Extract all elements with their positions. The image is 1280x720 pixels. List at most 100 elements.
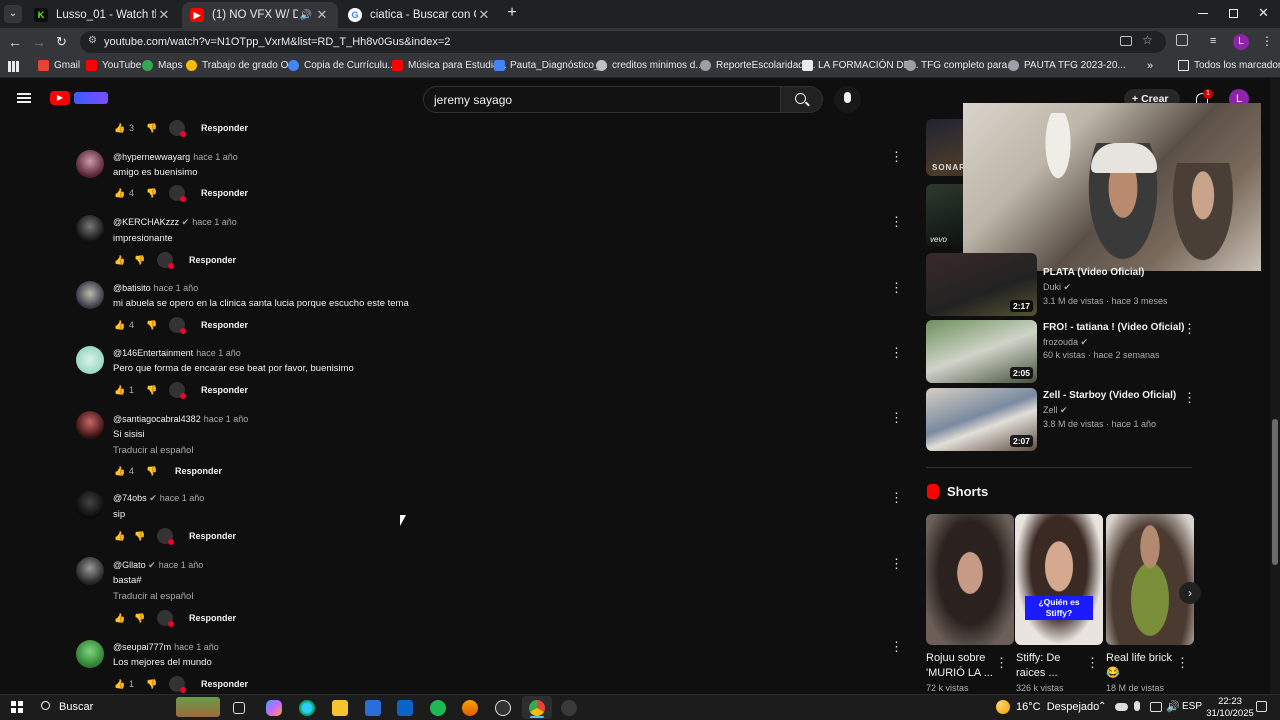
comment-author[interactable]: @Gllato ✔ hace 1 año [113, 560, 203, 571]
comment-menu-icon[interactable]: ⋮ [890, 411, 903, 425]
translate-link[interactable]: Traducir al español [113, 445, 193, 456]
short-menu-icon[interactable]: ⋮ [1086, 655, 1099, 671]
task-view-icon[interactable] [233, 702, 245, 714]
short-title[interactable]: Real life brick 😂 [1106, 651, 1176, 681]
like-icon[interactable]: 👍 [113, 253, 127, 267]
like-icon[interactable]: 👍 [113, 121, 127, 135]
youtube-logo[interactable]: ▶ [50, 91, 108, 106]
tab-youtube[interactable]: ▶ (1) NO VFX W/ DAGGER & 🔊 ✕ [182, 2, 338, 28]
video-channel[interactable]: frozouda ✔ [1043, 337, 1088, 348]
avatar[interactable] [76, 411, 104, 439]
short-thumbnail[interactable]: ¿Quién es Stiffy? [1015, 514, 1103, 645]
avatar[interactable] [76, 491, 104, 519]
like-icon[interactable]: 👍 [113, 611, 127, 625]
all-bookmarks[interactable]: Todos los marcadores [1178, 60, 1280, 71]
site-info-icon[interactable]: ⚙ [88, 35, 97, 46]
bookmarks-overflow-icon[interactable]: » [1147, 60, 1153, 72]
video-channel[interactable]: Zell ✔ [1043, 405, 1068, 416]
volume-icon[interactable]: 🔊 [1166, 700, 1180, 713]
avatar[interactable] [76, 281, 104, 309]
dislike-icon[interactable]: 👎 [133, 529, 147, 543]
spotify-icon[interactable] [430, 700, 446, 716]
reply-button[interactable]: Responder [189, 531, 236, 541]
network-icon[interactable] [1150, 702, 1162, 712]
reply-button[interactable]: Responder [175, 466, 222, 476]
new-tab-button[interactable]: + [504, 5, 520, 21]
copilot-icon[interactable] [266, 700, 282, 716]
video-menu-icon[interactable]: ⋮ [1183, 390, 1196, 406]
video-title[interactable]: Zell - Starboy (Video Oficial) [1043, 390, 1176, 401]
bookmark-trabajo[interactable]: Trabajo de grado O... [186, 60, 297, 71]
microphone-icon[interactable] [1134, 701, 1140, 711]
scrollbar-thumb[interactable] [1272, 419, 1278, 565]
chrome-icon[interactable] [529, 700, 545, 716]
windows-start-icon[interactable] [11, 701, 23, 713]
comment-menu-icon[interactable]: ⋮ [890, 640, 903, 654]
avatar[interactable] [76, 150, 104, 178]
search-button[interactable] [781, 86, 823, 113]
bookmark-curriculum[interactable]: Copia de Currículu... [288, 60, 396, 71]
like-icon[interactable]: 👍 [113, 464, 127, 478]
outlook-icon[interactable] [397, 700, 413, 716]
video-channel[interactable]: Duki ✔ [1043, 282, 1071, 293]
mini-player[interactable] [963, 103, 1261, 271]
browser-menu-icon[interactable]: ⋮ [1261, 34, 1273, 48]
short-thumbnail[interactable] [926, 514, 1014, 645]
reply-button[interactable]: Responder [201, 188, 248, 198]
taskbar-search[interactable]: Buscar [34, 697, 224, 717]
comment-menu-icon[interactable]: ⋮ [890, 281, 903, 295]
close-tab-icon[interactable]: ✕ [476, 7, 492, 23]
dislike-icon[interactable]: 👎 [145, 186, 159, 200]
extensions-icon[interactable] [1176, 34, 1188, 46]
comment-menu-icon[interactable]: ⋮ [890, 150, 903, 164]
language-indicator-visible[interactable]: ESP [1182, 701, 1203, 712]
dislike-icon[interactable]: 👎 [145, 318, 159, 332]
minimize-icon[interactable] [1198, 13, 1208, 14]
like-icon[interactable]: 👍 [113, 383, 127, 397]
bookmark-pauta-tfg[interactable]: PAUTA TFG 2023-20... [1008, 60, 1126, 71]
store-icon[interactable] [365, 700, 381, 716]
short-title[interactable]: Rojuu sobre 'MURIÓ LA ... [926, 651, 996, 681]
bookmark-star-icon[interactable]: ☆ [1142, 33, 1153, 47]
tab-search-button[interactable]: ⌄ [4, 5, 22, 23]
reload-icon[interactable]: ↻ [56, 34, 67, 50]
tray-overflow-icon[interactable]: ⌃ [1098, 701, 1106, 712]
weather-text[interactable]: 16°C Despejado [1016, 701, 1099, 713]
bookmark-musica[interactable]: Música para Estudia... [392, 60, 507, 71]
restore-icon[interactable] [1229, 9, 1238, 18]
tab-google[interactable]: G ciatica - Buscar con Google ✕ [340, 2, 500, 28]
like-icon[interactable]: 👍 [113, 677, 127, 691]
short-thumbnail[interactable] [1106, 514, 1194, 645]
reply-button[interactable]: Responder [201, 385, 248, 395]
dislike-icon[interactable]: 👎 [145, 383, 159, 397]
bookmark-youtube[interactable]: YouTube [86, 60, 141, 71]
media-control-icon[interactable]: ≡ [1210, 35, 1216, 47]
fl-studio-icon[interactable] [462, 700, 478, 716]
bookmark-formacion[interactable]: LA FORMACIÓN DE... [802, 60, 919, 71]
close-window-icon[interactable]: ✕ [1258, 5, 1269, 21]
video-menu-icon[interactable]: ⋮ [1183, 321, 1196, 337]
notification-center-icon[interactable] [1256, 701, 1267, 712]
bookmark-creditos[interactable]: creditos minimos d... [596, 60, 704, 71]
reply-button[interactable]: Responder [201, 320, 248, 330]
avatar[interactable] [76, 640, 104, 668]
video-title[interactable]: FRO! - tatiana ! (Video Oficial) [1043, 322, 1185, 333]
like-icon[interactable]: 👍 [113, 529, 127, 543]
comment-menu-icon[interactable]: ⋮ [890, 215, 903, 229]
comment-author[interactable]: @146Entertainment hace 1 año [113, 348, 241, 358]
bookmark-reporte[interactable]: ReporteEscolaridad-... [700, 60, 816, 71]
url-bar[interactable]: ⚙ youtube.com/watch?v=N1OTpp_VxrM&list=R… [80, 31, 1166, 53]
profile-avatar[interactable]: L [1233, 34, 1249, 50]
hamburger-menu-icon[interactable] [17, 93, 31, 103]
avatar[interactable] [76, 557, 104, 585]
file-explorer-icon[interactable] [332, 700, 348, 716]
dislike-icon[interactable]: 👎 [145, 677, 159, 691]
comment-author[interactable]: @batisito hace 1 año [113, 283, 198, 293]
reply-button[interactable]: Responder [201, 679, 248, 689]
short-menu-icon[interactable]: ⋮ [995, 655, 1008, 671]
back-icon[interactable]: ← [8, 34, 22, 50]
clock-time[interactable]: 22:23 [1212, 696, 1248, 707]
reply-button[interactable]: Responder [189, 255, 236, 265]
tab-kick[interactable]: K Lusso_01 - Watch the VOD on K ✕ [26, 2, 180, 28]
speaker-icon[interactable]: 🔊 [298, 10, 314, 21]
